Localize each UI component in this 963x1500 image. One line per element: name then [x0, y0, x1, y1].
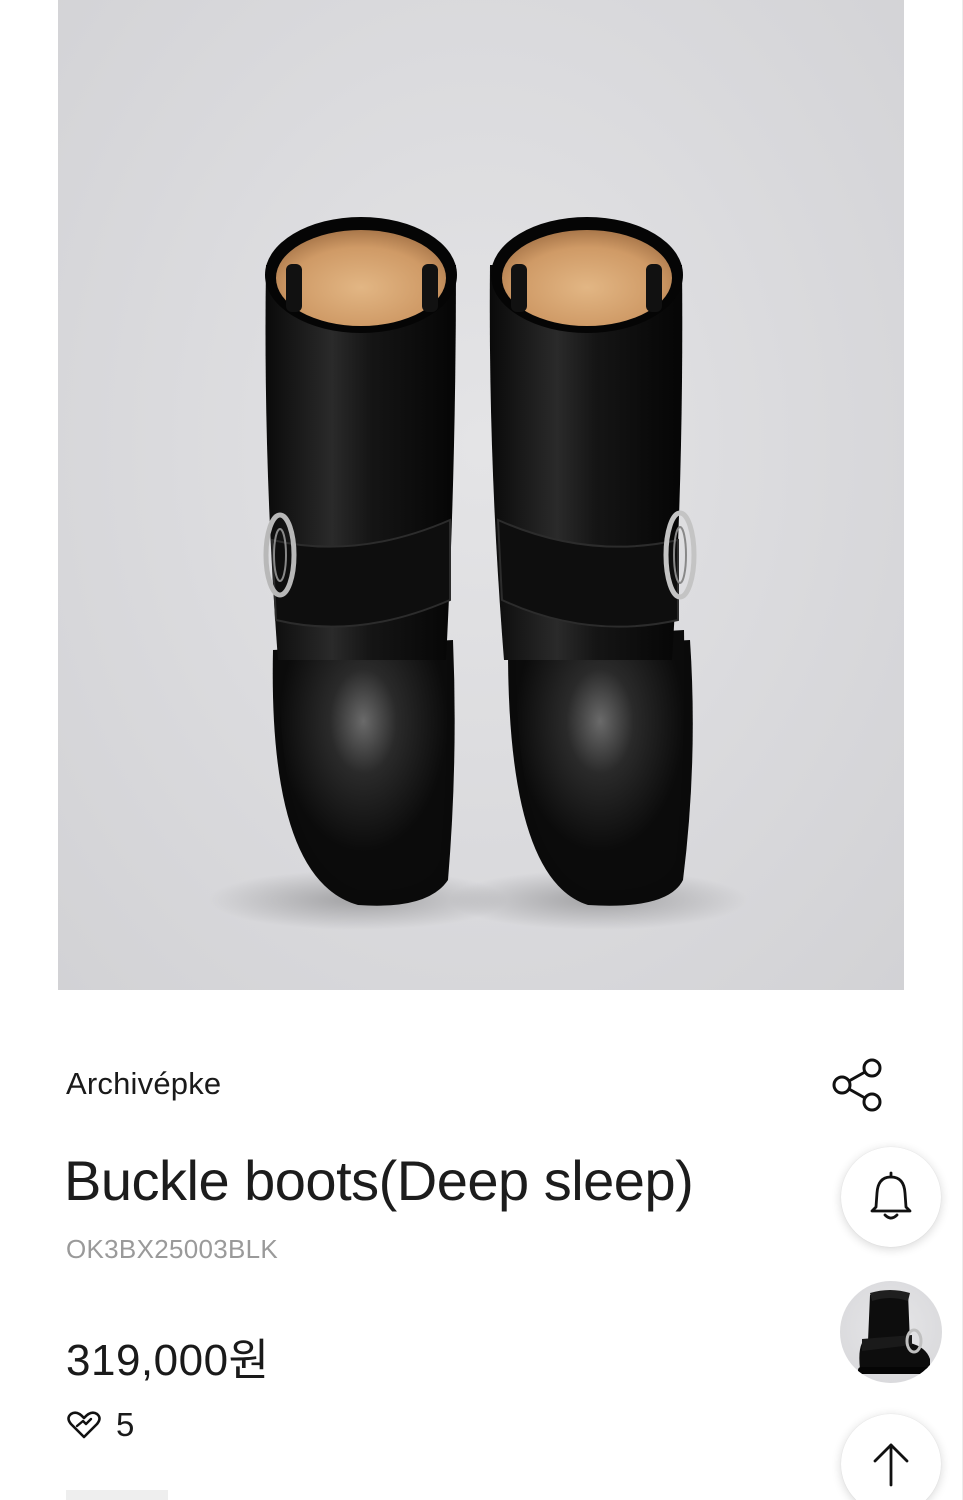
arrow-up-icon [873, 1443, 909, 1487]
recent-product-thumbnail[interactable] [840, 1281, 942, 1383]
right-boot [489, 217, 697, 906]
boot-thumbnail-icon [858, 1290, 932, 1374]
product-title: Buckle boots(Deep sleep) [64, 1149, 694, 1212]
like-button[interactable]: 5 [66, 1405, 134, 1445]
scroll-top-button[interactable] [841, 1414, 941, 1500]
brand-name[interactable]: Archivépke [66, 1066, 221, 1102]
bell-icon [870, 1171, 912, 1220]
like-count: 5 [116, 1406, 135, 1443]
share-button[interactable] [830, 1056, 886, 1112]
restock-alert-button[interactable] [841, 1147, 941, 1247]
left-boot [263, 217, 457, 906]
boots-illustration [208, 217, 748, 930]
product-image[interactable] [58, 0, 904, 990]
share-icon [832, 1058, 882, 1112]
product-price: 319,000원 [66, 1336, 270, 1385]
product-sku: OK3BX25003BLK [66, 1234, 279, 1264]
bottom-tab-indicator [66, 1490, 168, 1500]
product-detail-page: Archivépke Buckle boots(Deep sleep) OK3B… [0, 0, 963, 1500]
heart-icon [66, 1410, 102, 1440]
